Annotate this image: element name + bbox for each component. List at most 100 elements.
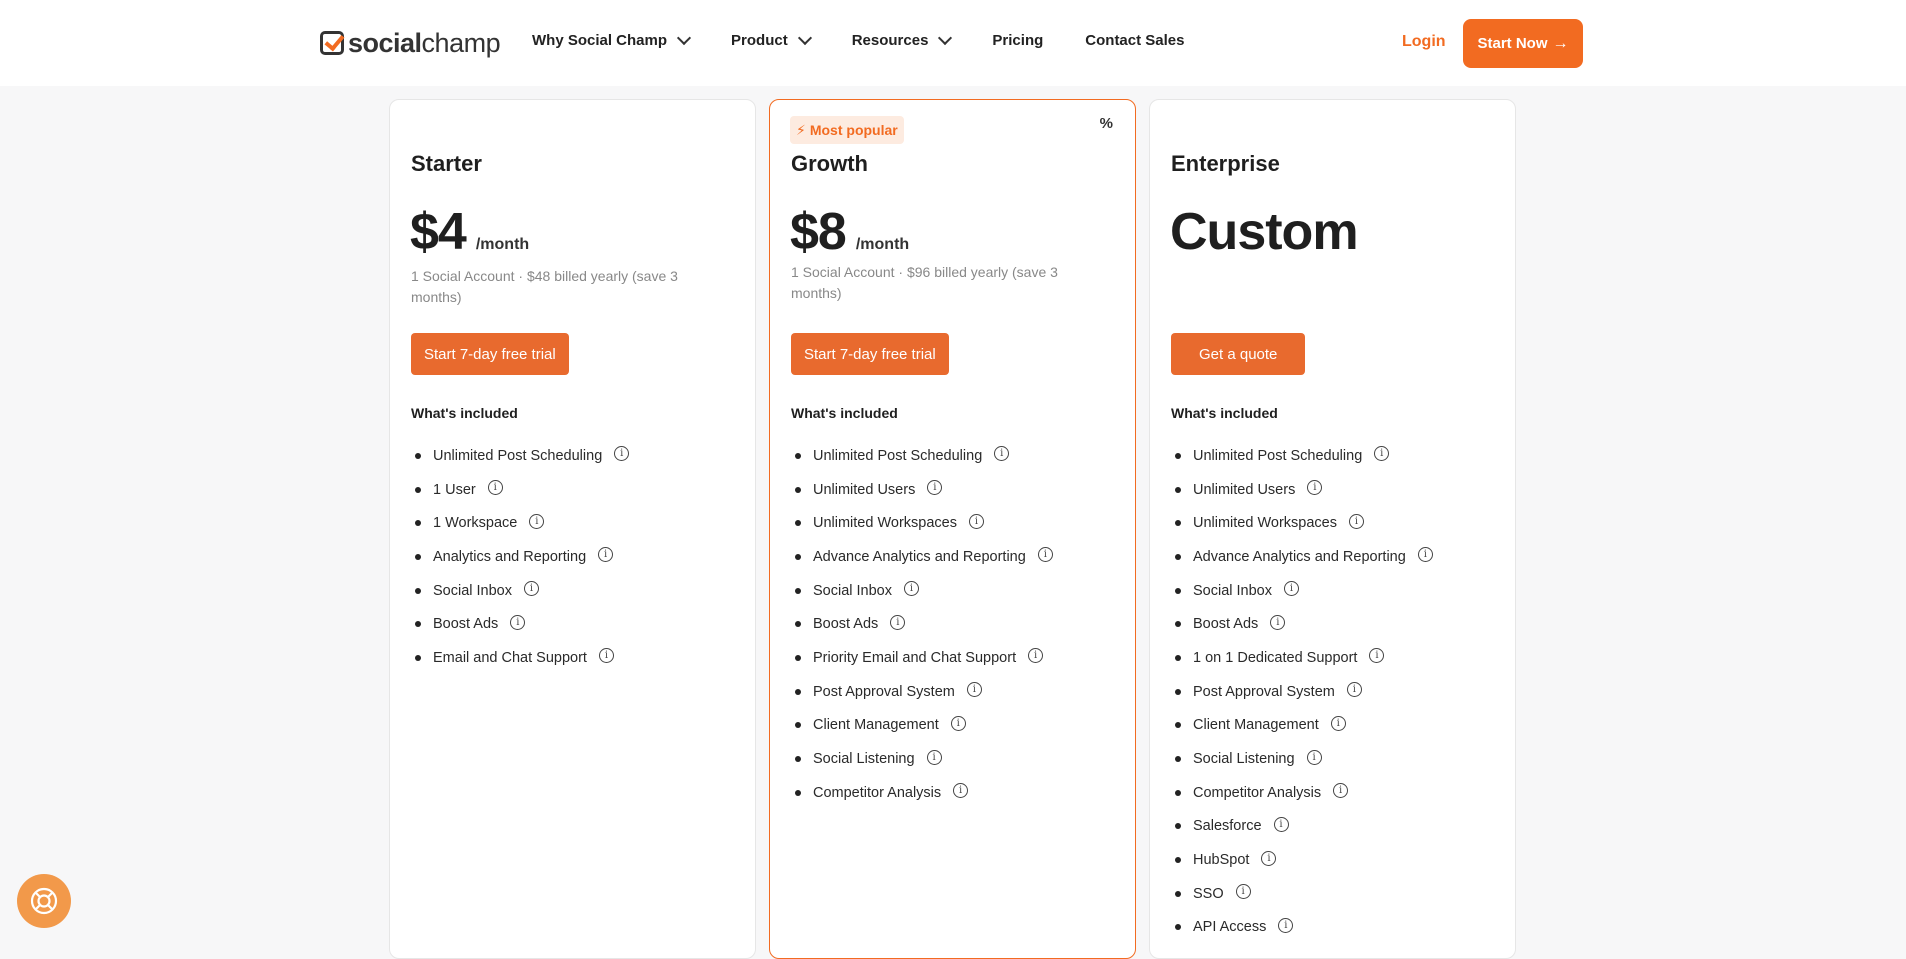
info-icon[interactable]: i	[1374, 446, 1390, 462]
info-icon[interactable]: i	[1278, 917, 1294, 933]
bullet	[415, 587, 421, 594]
feature-item: Boost Ads i	[411, 607, 629, 641]
bullet	[795, 789, 801, 796]
bullet	[1175, 924, 1181, 931]
info-icon[interactable]: i	[926, 749, 942, 765]
plan-price: $4 /month	[410, 203, 530, 261]
social-champ-logo[interactable]: socialchamp	[320, 28, 501, 58]
feature-item: Post Approval System i	[1171, 675, 1433, 709]
bullet	[795, 621, 801, 628]
feature-item: Boost Ads i	[791, 607, 1053, 641]
info-icon[interactable]: i	[529, 513, 545, 529]
chevron-down-icon	[938, 30, 953, 46]
info-icon[interactable]: i	[1333, 783, 1349, 799]
plan-name: Enterprise	[1171, 151, 1280, 176]
feature-item: Client Management i	[1171, 709, 1433, 743]
bullet	[1175, 587, 1181, 594]
info-icon[interactable]: i	[524, 581, 539, 597]
bullet	[1175, 722, 1181, 729]
info-icon[interactable]: i	[904, 581, 919, 597]
feature-label: Analytics and Reporting	[433, 548, 587, 565]
info-icon[interactable]: i	[1028, 648, 1044, 664]
feature-label: Competitor Analysis	[813, 784, 942, 801]
feature-item: Social Inbox i	[411, 574, 629, 608]
info-icon[interactable]: i	[1307, 480, 1323, 496]
main-nav: Why Social Champ Product Resources Prici…	[532, 30, 1226, 49]
bullet	[1175, 654, 1181, 661]
feature-label: Boost Ads	[1193, 616, 1259, 633]
site-header: socialchamp Why Social Champ Product Res…	[0, 0, 1906, 86]
billing-note: 1 Social Account · $48 billed yearly (sa…	[411, 268, 678, 305]
nav-product[interactable]: Product	[731, 30, 812, 49]
bullet	[1175, 520, 1181, 527]
info-icon[interactable]: i	[927, 480, 943, 496]
bullet	[415, 520, 421, 527]
feature-item: Post Approval System i	[791, 675, 1053, 709]
get-quote-button[interactable]: Get a quote	[1171, 333, 1306, 375]
bullet	[1175, 857, 1181, 864]
help-widget-button[interactable]	[17, 874, 71, 928]
info-icon[interactable]: i	[1037, 547, 1053, 563]
nav-pricing[interactable]: Pricing	[992, 32, 1043, 49]
percent-icon[interactable]: %	[1100, 115, 1113, 132]
feature-label: Boost Ads	[813, 616, 879, 633]
feature-label: 1 on 1 Dedicated Support	[1193, 649, 1358, 666]
login-link[interactable]: Login	[1402, 33, 1446, 51]
feature-label: Post Approval System	[1193, 683, 1335, 700]
feature-item: 1 User i	[411, 473, 629, 507]
start-trial-button[interactable]: Start 7-day free trial	[411, 333, 569, 375]
feature-item: HubSpot i	[1171, 843, 1433, 877]
info-icon[interactable]: i	[1348, 513, 1364, 529]
feature-item: Client Management i	[791, 709, 1053, 743]
info-icon[interactable]: i	[968, 513, 984, 529]
feature-item: Email and Chat Support i	[411, 641, 629, 675]
info-icon[interactable]: i	[614, 446, 630, 462]
bullet	[795, 486, 801, 493]
feature-label: Client Management	[813, 717, 939, 734]
feature-label: Priority Email and Chat Support	[813, 649, 1017, 666]
whats-included-heading: What's included	[791, 405, 898, 421]
plan-card-starter: Starter $4 /month 1 Social Account · $48…	[389, 99, 756, 959]
info-icon[interactable]: i	[487, 480, 503, 496]
feature-label: Unlimited Post Scheduling	[813, 447, 983, 464]
plan-price: $8 /month	[790, 203, 910, 261]
start-now-button[interactable]: Start Now →	[1463, 19, 1583, 68]
info-icon[interactable]: i	[1235, 884, 1251, 900]
info-icon[interactable]: i	[1270, 614, 1286, 630]
bullet	[1175, 688, 1181, 695]
info-icon[interactable]: i	[1306, 749, 1322, 765]
info-icon[interactable]: i	[890, 614, 906, 630]
nav-resources[interactable]: Resources	[852, 30, 953, 49]
feature-item: Social Listening i	[791, 742, 1053, 776]
info-icon[interactable]: i	[950, 715, 966, 731]
info-icon[interactable]: i	[598, 648, 614, 664]
most-popular-badge: ⚡ Most popular	[790, 116, 904, 144]
feature-item: Boost Ads i	[1171, 607, 1433, 641]
info-icon[interactable]: i	[1284, 581, 1299, 597]
info-icon[interactable]: i	[953, 783, 969, 799]
info-icon[interactable]: i	[1369, 648, 1385, 664]
info-icon[interactable]: i	[1346, 682, 1362, 698]
chevron-down-icon	[797, 30, 812, 46]
feature-item: Salesforce i	[1171, 810, 1433, 844]
chevron-down-icon	[676, 30, 692, 46]
feature-label: 1 User	[433, 481, 476, 498]
info-icon[interactable]: i	[510, 614, 526, 630]
info-icon[interactable]: i	[1261, 850, 1277, 866]
info-icon[interactable]: i	[1273, 816, 1289, 832]
bullet	[795, 722, 801, 729]
start-trial-button[interactable]: Start 7-day free trial	[791, 333, 949, 375]
feature-list: Unlimited Post Scheduling i Unlimited User…	[1171, 439, 1433, 944]
bullet	[795, 587, 801, 594]
nav-why-social-champ[interactable]: Why Social Champ	[532, 30, 692, 49]
feature-label: Post Approval System	[813, 683, 955, 700]
info-icon[interactable]: i	[1417, 547, 1433, 563]
info-icon[interactable]: i	[966, 682, 982, 698]
nav-contact-sales[interactable]: Contact Sales	[1085, 32, 1184, 49]
feature-list: Unlimited Post Scheduling i 1 User i 1 Works…	[411, 439, 630, 675]
info-icon[interactable]: i	[598, 547, 614, 563]
info-icon[interactable]: i	[994, 446, 1010, 462]
info-icon[interactable]: i	[1330, 715, 1346, 731]
feature-item: Unlimited Post Scheduling i	[791, 439, 1053, 473]
feature-item: Priority Email and Chat Support i	[791, 641, 1053, 675]
